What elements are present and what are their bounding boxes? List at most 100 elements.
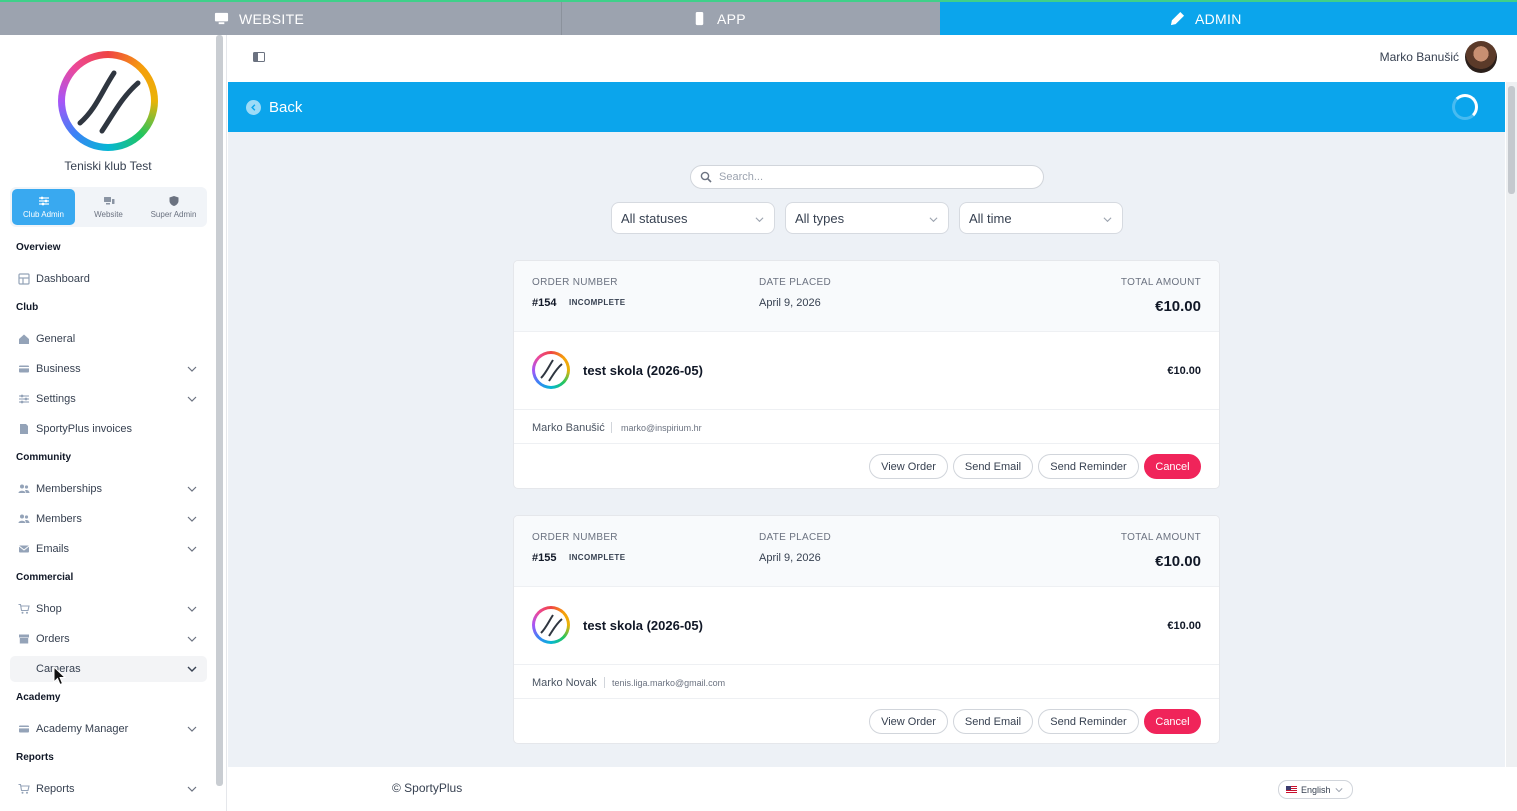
time-filter-select[interactable]: All time (959, 202, 1123, 234)
back-button[interactable]: Back (246, 99, 302, 116)
role-super-admin-label: Super Admin (150, 210, 197, 219)
tab-website-label: WEBSITE (239, 10, 305, 27)
users-icon (18, 483, 30, 495)
sidebar-item-academy-manager-label: Academy Manager (36, 723, 129, 735)
section-club: Club (16, 302, 39, 313)
sidebar-item-memberships-label: Memberships (36, 483, 103, 495)
search-input[interactable]: Search... (690, 165, 1044, 189)
chevron-down-icon[interactable] (187, 634, 197, 644)
sidebar-item-invoices-label: SportyPlus invoices (36, 423, 132, 435)
sidebar-item-emails[interactable]: Emails (10, 536, 207, 562)
product-name: test skola (2026-05) (583, 363, 703, 378)
search-icon (700, 171, 712, 183)
date-placed: April 9, 2026 (759, 552, 821, 564)
status-filter-value: All statuses (621, 210, 688, 226)
role-club-admin[interactable]: Club Admin (12, 189, 75, 225)
chevron-down-icon[interactable] (187, 484, 197, 494)
page-action-bar: Back (228, 82, 1505, 132)
product-price: €10.00 (1167, 620, 1201, 632)
sidebar-item-reports[interactable]: Reports (10, 776, 207, 802)
role-website[interactable]: Website (77, 189, 140, 225)
view-order-button[interactable]: View Order (869, 709, 948, 734)
date-placed-label: DATE PLACED (759, 277, 832, 288)
cancel-button[interactable]: Cancel (1144, 709, 1201, 734)
sidebar-item-shop[interactable]: Shop (10, 596, 207, 622)
order-header: ORDER NUMBER #154 INCOMPLETE DATE PLACED… (514, 261, 1219, 332)
user-name[interactable]: Marko Banušić (1380, 50, 1459, 64)
customer-row: Marko Banušić marko@inspirium.hr (514, 409, 1219, 444)
section-academy: Academy (16, 692, 61, 703)
chevron-down-icon[interactable] (187, 784, 197, 794)
order-number-label: ORDER NUMBER (532, 277, 618, 288)
customer-name: Marko Novak (532, 677, 597, 689)
club-name: Teniski klub Test (64, 159, 152, 173)
sidebar-item-memberships[interactable]: Memberships (10, 476, 207, 502)
back-label: Back (269, 99, 303, 116)
sliders-icon (38, 196, 49, 206)
send-email-button[interactable]: Send Email (953, 454, 1033, 479)
cancel-button[interactable]: Cancel (1144, 454, 1201, 479)
view-order-button[interactable]: View Order (869, 454, 948, 479)
sidebar-item-general[interactable]: General (10, 326, 207, 352)
sidebar-item-cameras[interactable]: Cameras (10, 656, 207, 682)
date-placed-label: DATE PLACED (759, 532, 832, 543)
status-filter-select[interactable]: All statuses (611, 202, 775, 234)
pen-icon (1170, 11, 1185, 26)
send-reminder-button[interactable]: Send Reminder (1038, 454, 1139, 479)
role-club-admin-label: Club Admin (23, 210, 64, 219)
time-filter-value: All time (969, 210, 1012, 226)
sidebar-item-dashboard[interactable]: Dashboard (10, 266, 207, 292)
sidebar-item-members[interactable]: Members (10, 506, 207, 532)
role-super-admin[interactable]: Super Admin (142, 189, 205, 225)
status-badge: INCOMPLETE (569, 298, 626, 307)
sidebar-item-invoices[interactable]: SportyPlus invoices (10, 416, 207, 442)
send-email-button[interactable]: Send Email (953, 709, 1033, 734)
sidebar-item-orders[interactable]: Orders (10, 626, 207, 652)
customer-name: Marko Banušić (532, 422, 605, 434)
card-icon (18, 723, 30, 735)
chevron-down-icon[interactable] (187, 664, 197, 674)
chevron-down-icon[interactable] (187, 394, 197, 404)
customer-email: marko@inspirium.hr (621, 423, 702, 433)
sidebar-item-emails-label: Emails (36, 543, 70, 555)
product-price: €10.00 (1167, 365, 1201, 377)
chevron-down-icon[interactable] (187, 364, 197, 374)
sidebar-item-academy-manager[interactable]: Academy Manager (10, 716, 207, 742)
chevron-down-icon[interactable] (187, 724, 197, 734)
sidebar-item-settings-label: Settings (36, 393, 76, 405)
send-reminder-button[interactable]: Send Reminder (1038, 709, 1139, 734)
club-logo (58, 51, 158, 151)
sidebar: Teniski klub Test Club Admin Website Sup… (0, 35, 227, 811)
shield-icon (169, 196, 178, 206)
phone-icon (695, 11, 704, 26)
chevron-down-icon[interactable] (187, 544, 197, 554)
customer-row: Marko Novak tenis.liga.marko@gmail.com (514, 664, 1219, 699)
type-filter-select[interactable]: All types (785, 202, 949, 234)
language-select[interactable]: English (1278, 780, 1353, 799)
sidebar-toggle-icon[interactable] (253, 51, 265, 63)
archive-icon (18, 633, 30, 645)
main-scrollbar[interactable] (1506, 82, 1517, 767)
chevron-down-icon (929, 217, 938, 223)
section-reports: Reports (16, 752, 54, 763)
date-placed: April 9, 2026 (759, 297, 821, 309)
order-number: #154 (532, 297, 557, 309)
sidebar-item-business-label: Business (36, 363, 81, 375)
scrollbar-thumb[interactable] (1508, 86, 1515, 194)
sidebar-item-settings[interactable]: Settings (10, 386, 207, 412)
sidebar-item-business[interactable]: Business (10, 356, 207, 382)
settings-sliders-icon (18, 393, 30, 405)
sidebar-item-dashboard-label: Dashboard (36, 273, 90, 285)
us-flag-icon (1286, 786, 1297, 793)
chevron-down-icon[interactable] (187, 604, 197, 614)
devices-icon (103, 197, 114, 205)
tab-admin[interactable]: ADMIN (940, 2, 1517, 35)
avatar[interactable] (1465, 41, 1497, 73)
section-overview: Overview (16, 242, 61, 253)
status-badge: INCOMPLETE (569, 553, 626, 562)
total-amount-label: TOTAL AMOUNT (1120, 532, 1201, 543)
chevron-down-icon[interactable] (187, 514, 197, 524)
total-amount: €10.00 (1155, 298, 1201, 315)
cart-icon (18, 603, 30, 615)
sidebar-scrollbar[interactable] (216, 35, 223, 786)
